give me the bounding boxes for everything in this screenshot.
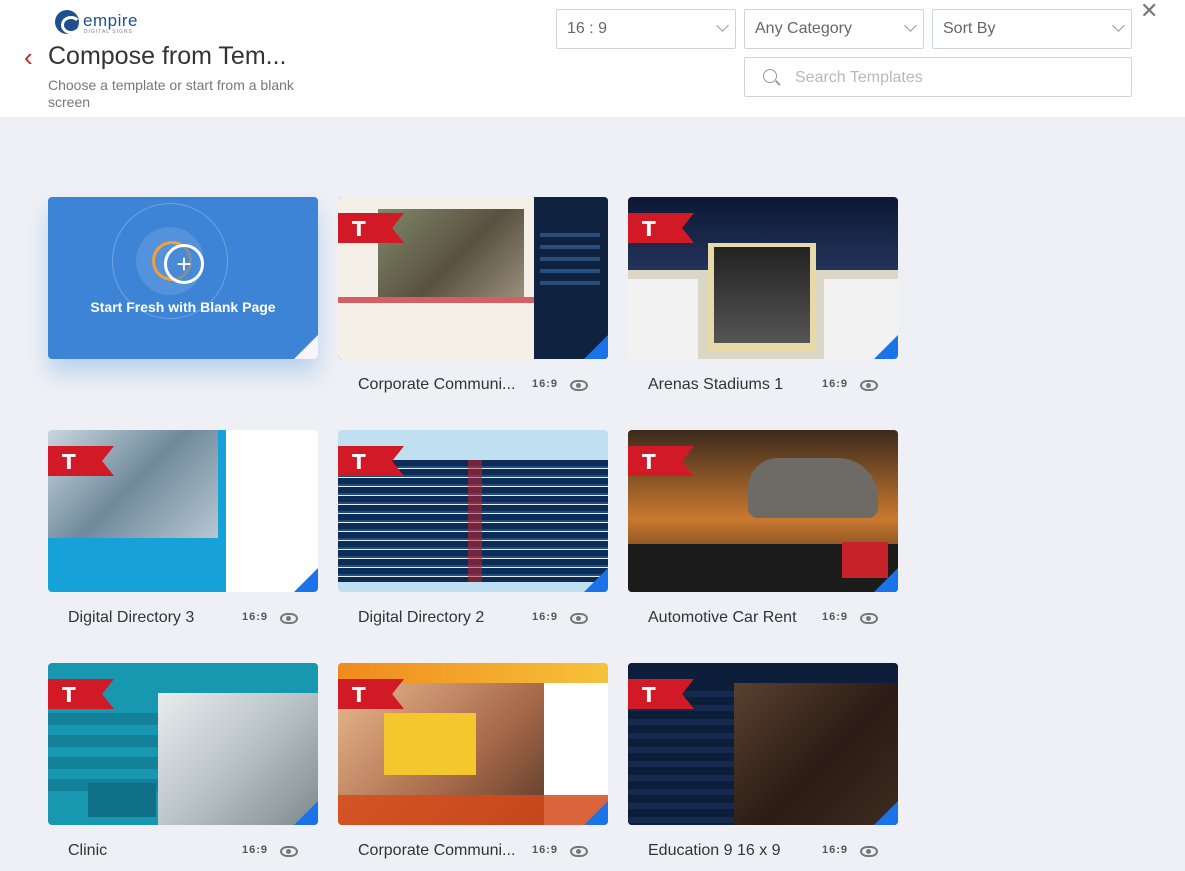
preview-eye-icon[interactable]: [570, 846, 588, 857]
category-select[interactable]: Any Category: [744, 9, 924, 49]
blank-page-card[interactable]: + Start Fresh with Blank Page: [48, 197, 318, 359]
template-ratio: 16:9: [822, 844, 849, 856]
template-badge: T: [48, 679, 114, 709]
preview-eye-icon[interactable]: [570, 613, 588, 624]
template-ratio: 16:9: [822, 378, 849, 390]
template-card[interactable]: T Corporate Communi... 16:9: [338, 197, 608, 409]
page-curl-icon: [874, 568, 898, 592]
chevron-down-icon: [1112, 19, 1125, 32]
preview-eye-icon[interactable]: [280, 846, 298, 857]
template-card[interactable]: T Clinic 16:9: [48, 663, 318, 871]
template-ratio: 16:9: [242, 844, 269, 856]
search-icon: [763, 69, 777, 83]
search-input[interactable]: [795, 66, 1115, 90]
preview-eye-icon[interactable]: [570, 380, 588, 391]
template-card[interactable]: T Digital Directory 2 16:9: [338, 430, 608, 642]
header: empire DIGITAL SIGNS ‹ Compose from Tem.…: [0, 0, 1185, 117]
template-thumbnail[interactable]: T: [628, 197, 898, 359]
template-thumbnail[interactable]: T: [338, 197, 608, 359]
template-badge: T: [628, 446, 694, 476]
template-name: Corporate Communi...: [358, 376, 516, 393]
page-curl-icon: [584, 335, 608, 359]
page-curl-icon: [294, 568, 318, 592]
template-card[interactable]: T Digital Directory 3 16:9: [48, 430, 318, 642]
template-card[interactable]: T Automotive Car Rent 16:9: [628, 430, 898, 642]
page-curl-icon: [874, 801, 898, 825]
page-title: Compose from Tem...: [48, 42, 287, 70]
ratio-select-value: 16 : 9: [567, 20, 608, 37]
preview-eye-icon[interactable]: [860, 613, 878, 624]
chevron-down-icon: [716, 19, 729, 32]
template-name: Clinic: [68, 842, 108, 859]
logo-word: empire: [83, 11, 138, 30]
template-ratio: 16:9: [532, 378, 559, 390]
page-curl-icon: [874, 335, 898, 359]
empire-logo-icon: [55, 10, 81, 34]
page-curl-icon: [294, 801, 318, 825]
preview-eye-icon[interactable]: [860, 846, 878, 857]
blank-page-button[interactable]: + Start Fresh with Blank Page: [48, 197, 318, 359]
back-chevron-icon[interactable]: ‹: [24, 43, 44, 71]
template-ratio: 16:9: [532, 844, 559, 856]
template-ratio: 16:9: [822, 611, 849, 623]
page-curl-icon: [584, 801, 608, 825]
logo-tag: DIGITAL SIGNS: [84, 29, 133, 35]
template-card[interactable]: T Corporate Communi... 16:9: [338, 663, 608, 871]
template-name: Education 9 16 x 9: [648, 842, 781, 859]
template-name: Corporate Communi...: [358, 842, 516, 859]
template-thumbnail[interactable]: T: [48, 430, 318, 592]
template-name: Arenas Stadiums 1: [648, 376, 784, 393]
template-card[interactable]: T Education 9 16 x 9 16:9: [628, 663, 898, 871]
sort-select[interactable]: Sort By: [932, 9, 1132, 49]
ratio-select[interactable]: 16 : 9: [556, 9, 736, 49]
preview-eye-icon[interactable]: [280, 613, 298, 624]
template-badge: T: [628, 213, 694, 243]
category-select-value: Any Category: [755, 20, 852, 37]
template-thumbnail[interactable]: T: [48, 663, 318, 825]
template-name: Digital Directory 3: [68, 609, 195, 626]
template-thumbnail[interactable]: T: [338, 430, 608, 592]
sort-select-value: Sort By: [943, 20, 996, 37]
close-icon[interactable]: ✕: [1140, 0, 1162, 22]
page-curl-icon: [294, 335, 318, 359]
empire-logo: empire DIGITAL SIGNS: [55, 10, 165, 36]
page-curl-icon: [584, 568, 608, 592]
blank-page-label: Start Fresh with Blank Page: [90, 299, 276, 315]
template-thumbnail[interactable]: T: [628, 430, 898, 592]
plus-icon: +: [176, 249, 192, 279]
template-ratio: 16:9: [532, 611, 559, 623]
chevron-down-icon: [904, 19, 917, 32]
template-thumbnail[interactable]: T: [338, 663, 608, 825]
template-name: Digital Directory 2: [358, 609, 485, 626]
template-card[interactable]: T Arenas Stadiums 1 16:9: [628, 197, 898, 409]
search-box[interactable]: [744, 57, 1132, 97]
template-name: Automotive Car Rent: [648, 609, 797, 626]
page-subtitle: Choose a template or start from a blank …: [48, 77, 294, 110]
template-thumbnail[interactable]: T: [628, 663, 898, 825]
template-ratio: 16:9: [242, 611, 269, 623]
preview-eye-icon[interactable]: [860, 380, 878, 391]
